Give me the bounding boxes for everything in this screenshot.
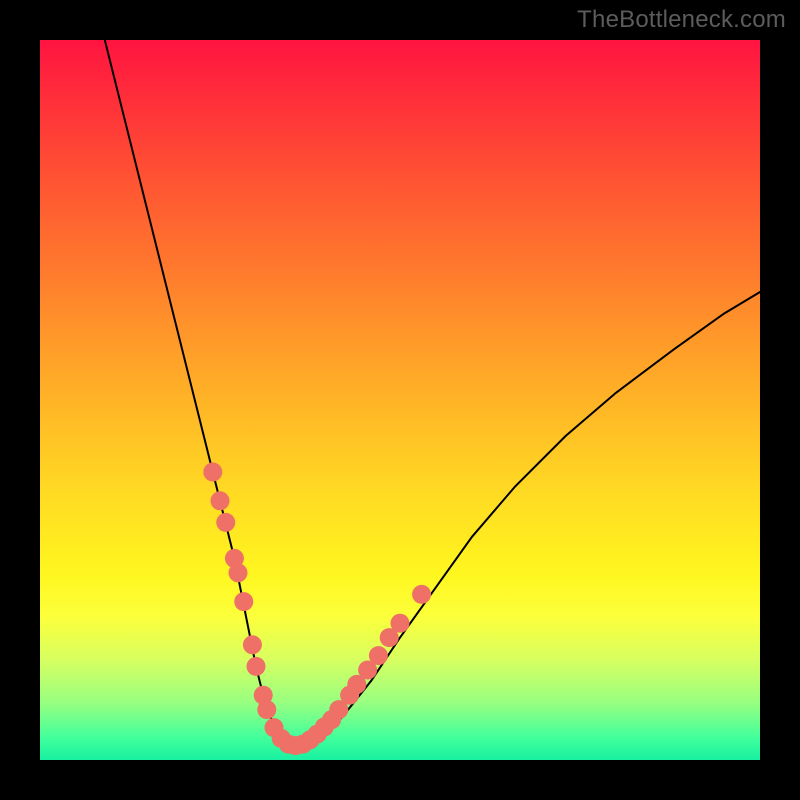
data-marker	[391, 614, 410, 633]
marker-group	[203, 463, 431, 756]
data-marker	[211, 491, 230, 510]
data-marker	[369, 646, 388, 665]
data-marker	[257, 700, 276, 719]
data-marker	[234, 592, 253, 611]
curve-svg	[40, 40, 760, 760]
data-marker	[216, 513, 235, 532]
watermark-text: TheBottleneck.com	[577, 6, 786, 34]
chart-frame: TheBottleneck.com	[0, 0, 800, 800]
data-marker	[247, 657, 266, 676]
data-marker	[203, 463, 222, 482]
bottleneck-curve	[105, 40, 760, 746]
plot-area	[40, 40, 760, 760]
data-marker	[229, 563, 248, 582]
data-marker	[243, 635, 262, 654]
data-marker	[412, 585, 431, 604]
